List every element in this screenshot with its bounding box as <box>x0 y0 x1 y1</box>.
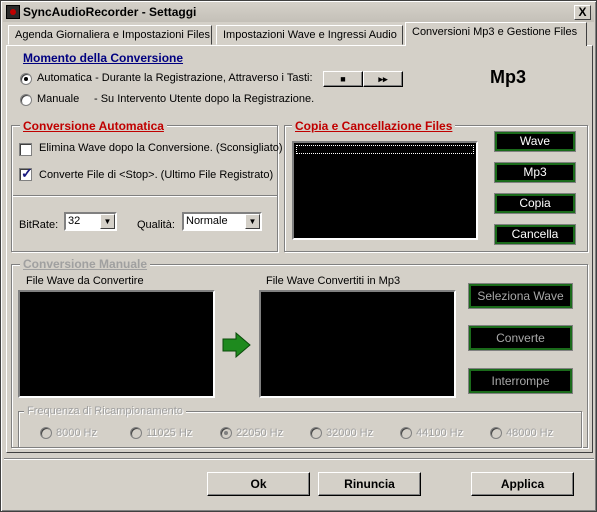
tab-agenda[interactable]: Agenda Giornaliera e Impostazioni Files <box>8 25 212 45</box>
elimina-wave-checkbox[interactable] <box>19 143 32 156</box>
converte-stop-label: Converte File di <Stop>. (Ultimo File Re… <box>39 169 274 181</box>
settings-window: SyncAudioRecorder - Settaggi X Agenda Gi… <box>0 0 597 512</box>
checkmark-icon: ✓ <box>21 165 33 181</box>
radio-manuale[interactable] <box>20 94 32 106</box>
radio-11025[interactable] <box>130 427 142 439</box>
converte-stop-checkbox[interactable]: ✓ <box>19 165 33 181</box>
freq-44100-label: 44100 Hz <box>416 427 464 439</box>
copia-title: Copia e Cancellazione Files <box>292 119 456 133</box>
radio-automatica[interactable] <box>20 73 32 85</box>
close-button[interactable]: X <box>574 5 591 20</box>
radio-48000[interactable] <box>490 427 502 439</box>
radio-8000[interactable] <box>40 427 52 439</box>
mp3-listbox[interactable] <box>259 290 456 398</box>
conversione-manuale-title: Conversione Manuale <box>20 257 151 271</box>
seleziona-wave-button[interactable]: Seleziona Wave <box>468 283 573 309</box>
freq-22050-label: 22050 Hz <box>236 427 284 439</box>
wave-listbox[interactable] <box>18 290 215 398</box>
files-listbox[interactable] <box>292 141 478 240</box>
freq-32000-label: 32000 Hz <box>326 427 374 439</box>
converte-button[interactable]: Converte <box>468 325 573 351</box>
qualita-label: Qualità: <box>137 219 175 231</box>
bitrate-select[interactable]: 32 ▼ <box>64 212 117 231</box>
chevron-down-icon[interactable]: ▼ <box>245 214 260 229</box>
radio-32000[interactable] <box>310 427 322 439</box>
next-button[interactable]: ▸▸ <box>363 71 403 87</box>
tab-impostazioni-wave[interactable]: Impostazioni Wave e Ingressi Audio <box>216 25 403 45</box>
copia-button[interactable]: Copia <box>494 193 576 214</box>
qualita-value: Normale <box>186 215 228 227</box>
format-label: Mp3 <box>490 67 526 87</box>
ok-button[interactable]: Ok <box>207 472 310 496</box>
cancella-button[interactable]: Cancella <box>494 224 576 245</box>
list-focus-row <box>296 145 474 154</box>
radio-22050[interactable] <box>220 427 232 439</box>
manuale-desc: - Su Intervento Utente dopo la Registraz… <box>94 93 315 105</box>
bitrate-label: BitRate: <box>19 219 59 231</box>
group-separator <box>13 195 277 197</box>
title-bar[interactable]: SyncAudioRecorder - Settaggi <box>3 3 594 22</box>
qualita-select[interactable]: Normale ▼ <box>182 212 262 231</box>
chevron-down-icon[interactable]: ▼ <box>100 214 115 229</box>
manuale-label: Manuale <box>37 93 80 105</box>
frequenza-title: Frequenza di Ricampionamento <box>24 405 186 417</box>
applica-button[interactable]: Applica <box>471 472 574 496</box>
tab-conversioni-mp3[interactable]: Conversioni Mp3 e Gestione Files <box>405 22 587 46</box>
wave-button[interactable]: Wave <box>494 131 576 152</box>
radio-44100[interactable] <box>400 427 412 439</box>
window-title: SyncAudioRecorder - Settaggi <box>23 5 197 19</box>
stop-button[interactable]: ■ <box>323 71 363 87</box>
mp3-button[interactable]: Mp3 <box>494 162 576 183</box>
footer-separator <box>4 458 594 460</box>
elimina-wave-label: Elimina Wave dopo la Conversione. (Scons… <box>39 142 283 154</box>
wave-list-label: File Wave da Convertire <box>26 275 144 287</box>
mp3-list-label: File Wave Convertiti in Mp3 <box>266 275 401 287</box>
momento-title: Momento della Conversione <box>20 51 187 65</box>
rinuncia-button[interactable]: Rinuncia <box>318 472 421 496</box>
arrow-right-icon <box>222 332 251 358</box>
freq-11025-label: 11025 Hz <box>146 427 193 439</box>
bitrate-value: 32 <box>68 215 81 227</box>
freq-8000-label: 8000 Hz <box>56 427 97 439</box>
app-icon <box>6 5 20 19</box>
freq-48000-label: 48000 Hz <box>506 427 554 439</box>
conversione-automatica-title: Conversione Automatica <box>20 119 167 133</box>
interrompe-button[interactable]: Interrompe <box>468 368 573 394</box>
automatica-label: Automatica - Durante la Registrazione, A… <box>37 72 313 84</box>
